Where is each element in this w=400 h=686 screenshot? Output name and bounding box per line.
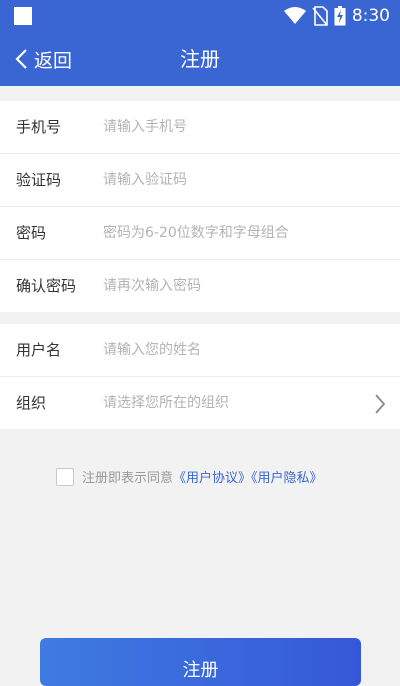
wifi-icon [283,7,306,24]
verification-code-row: 验证码 [0,154,400,207]
chevron-right-icon[interactable] [374,393,386,415]
profile-form-group: 用户名 组织 [0,324,400,429]
password-input[interactable] [103,207,363,259]
username-label: 用户名 [16,341,62,359]
phone-input[interactable] [103,101,363,153]
no-sim-icon [312,6,328,26]
status-bar: 8:30 [0,0,400,32]
page-title: 注册 [180,47,220,71]
organization-row[interactable]: 组织 [0,377,400,429]
account-form-group: 手机号 验证码 密码 确认密码 [0,101,400,312]
password-row: 密码 [0,207,400,260]
agreement-text: 注册即表示同意 [82,471,174,486]
phone-row: 手机号 [0,101,400,154]
username-row: 用户名 [0,324,400,377]
phone-label: 手机号 [16,118,62,136]
password-label: 密码 [16,224,47,242]
status-icons: 8:30 [283,5,390,27]
battery-charging-icon [334,6,346,26]
confirm-password-input[interactable] [103,260,363,312]
user-privacy-link[interactable]: 《用户隐私》 [251,471,323,486]
verification-code-input[interactable] [103,154,363,206]
username-input[interactable] [103,324,363,376]
confirm-password-row: 确认密码 [0,260,400,312]
agreement-line: 注册即表示同意《用户协议》《用户隐私》 [56,467,323,486]
register-button[interactable]: 注册 [40,638,361,686]
confirm-password-label: 确认密码 [16,277,77,295]
notification-icon [14,7,32,25]
verification-code-label: 验证码 [16,171,62,189]
agreement-checkbox[interactable] [56,467,74,486]
organization-select[interactable] [103,377,363,429]
clock: 8:30 [351,6,390,26]
app-header: 返回 注册 [0,32,400,86]
organization-label: 组织 [16,394,47,412]
user-agreement-link[interactable]: 《用户协议》 [173,471,251,486]
